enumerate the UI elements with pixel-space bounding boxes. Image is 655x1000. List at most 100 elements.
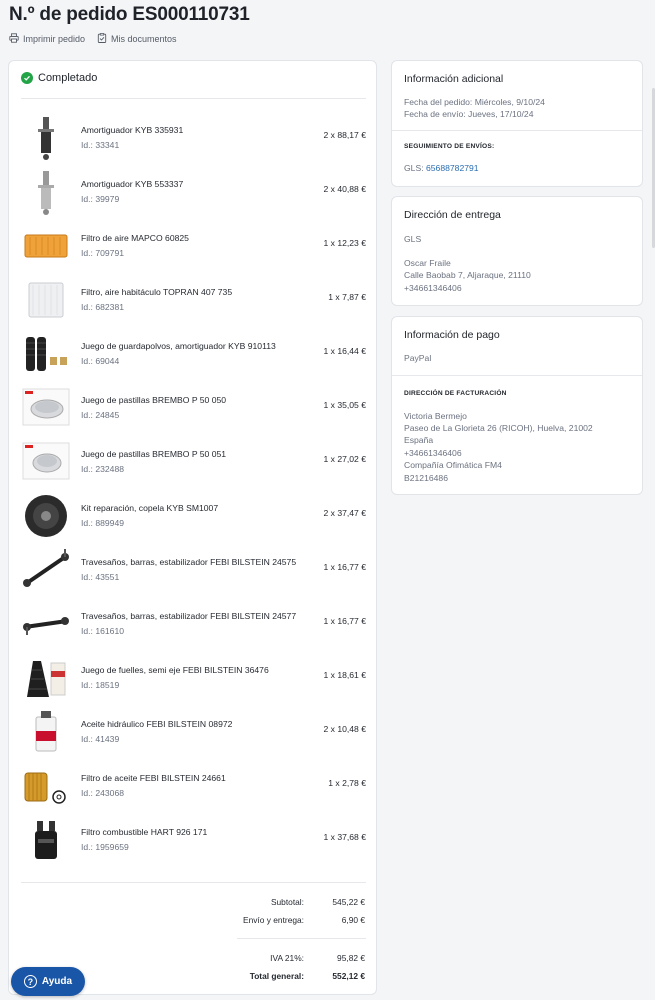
clipboard-check-icon [97,33,107,45]
total-label: Total general: [249,971,304,981]
oil-filter-icon[interactable] [21,761,71,811]
order-item-row: Travesaños, barras, estabilizador FEBI B… [21,599,366,649]
order-item-row: Kit reparación, copela KYB SM1007 Id.: 88… [21,491,366,541]
order-actions: Imprimir pedido Mis documentos [9,33,177,45]
cv-boot-kit-icon[interactable] [21,653,71,703]
item-id: Id.: 889949 [81,518,125,528]
item-id: Id.: 161610 [81,626,125,636]
order-item-row: Filtro combustible HART 926 171 Id.: 1959… [21,815,366,865]
item-name[interactable]: Amortiguador KYB 335931 [81,125,183,135]
item-name[interactable]: Filtro de aceite FEBI BILSTEIN 24661 [81,773,226,783]
order-item-row: Aceite hidráulico FEBI BILSTEIN 08972 Id.… [21,707,366,757]
delivery-address-card: Dirección de entrega GLS Oscar Fraile Ca… [391,196,643,306]
item-quantity-price: 2 x 88,17 € [323,130,366,140]
item-name[interactable]: Travesaños, barras, estabilizador FEBI B… [81,557,296,567]
shock-absorber-icon[interactable] [21,113,71,163]
order-item-row: Filtro de aire MAPCO 60825 Id.: 709791 1 x… [21,221,366,271]
order-item-row: Juego de pastillas BREMBO P 50 051 Id.: 2… [21,437,366,487]
item-id: Id.: 41439 [81,734,120,744]
item-name[interactable]: Juego de guardapolvos, amortiguador KYB … [81,341,276,351]
tracking-carrier: GLS: [404,163,424,173]
stabilizer-link-icon[interactable] [21,599,71,649]
hydraulic-oil-icon[interactable] [21,707,71,757]
divider [392,130,642,131]
item-quantity-price: 2 x 40,88 € [323,184,366,194]
my-documents-label: Mis documentos [111,34,177,44]
order-date: Fecha del pedido: Miércoles, 9/10/24 [404,97,545,107]
brake-pads-icon[interactable] [21,383,71,433]
tracking-heading: SEGUIMIENTO DE ENVÍOS: [404,143,495,150]
item-name[interactable]: Travesaños, barras, estabilizador FEBI B… [81,611,296,621]
divider [237,938,366,939]
item-quantity-price: 2 x 10,48 € [323,724,366,734]
item-id: Id.: 243068 [81,788,125,798]
fuel-filter-icon[interactable] [21,815,71,865]
item-name[interactable]: Juego de pastillas BREMBO P 50 050 [81,395,226,405]
strut-mount-icon[interactable] [21,491,71,541]
item-name[interactable]: Juego de fuelles, semi eje FEBI BILSTEIN… [81,665,269,675]
billing-phone: +34661346406 [404,448,462,458]
billing-heading: DIRECCIÓN DE FACTURACIÓN [404,390,507,397]
item-id: Id.: 33341 [81,140,120,150]
order-item-row: Juego de guardapolvos, amortiguador KYB … [21,329,366,379]
order-item-row: Travesaños, barras, estabilizador FEBI B… [21,545,366,595]
tax-value: 95,82 € [337,953,365,963]
shock-absorber-icon[interactable] [21,167,71,217]
help-label: Ayuda [41,976,73,987]
item-name[interactable]: Filtro, aire habitáculo TOPRAN 407 735 [81,287,232,297]
divider [21,882,366,883]
brake-pads-icon[interactable] [21,437,71,487]
air-filter-icon[interactable] [21,221,71,271]
payment-info-card: Información de pago PayPal DIRECCIÓN DE … [391,316,643,495]
delivery-carrier: GLS [404,234,422,244]
item-quantity-price: 1 x 16,44 € [323,346,366,356]
item-quantity-price: 1 x 2,78 € [328,778,366,788]
total-value: 552,12 € [332,971,365,981]
order-items-card: Completado Amortiguador KYB 335931 Id.: 3… [8,60,377,995]
delivery-name: Oscar Fraile [404,258,451,268]
tracking-line: GLS: 65688782791 [404,162,479,174]
item-id: Id.: 18519 [81,680,120,690]
item-name[interactable]: Aceite hidráulico FEBI BILSTEIN 08972 [81,719,232,729]
item-id: Id.: 1959659 [81,842,129,852]
item-name[interactable]: Kit reparación, copela KYB SM1007 [81,503,218,513]
divider [21,98,366,99]
cabin-filter-icon[interactable] [21,275,71,325]
item-name[interactable]: Filtro combustible HART 926 171 [81,827,207,837]
additional-info-card: Información adicional Fecha del pedido: … [391,60,643,187]
ship-date: Fecha de envío: Jueves, 17/10/24 [404,109,534,119]
dust-boot-kit-icon[interactable] [21,329,71,379]
item-quantity-price: 1 x 37,68 € [323,832,366,842]
item-quantity-price: 1 x 12,23 € [323,238,366,248]
item-quantity-price: 1 x 35,05 € [323,400,366,410]
billing-street: Paseo de La Glorieta 26 (RICOH), Huelva,… [404,423,593,433]
billing-country: España [404,435,434,445]
billing-name: Victoria Bermejo [404,411,467,421]
item-quantity-price: 2 x 37,47 € [323,508,366,518]
my-documents-link[interactable]: Mis documentos [97,33,177,45]
print-order-label: Imprimir pedido [23,34,86,44]
order-item-row: Juego de fuelles, semi eje FEBI BILSTEIN… [21,653,366,703]
stabilizer-link-icon[interactable] [21,545,71,595]
item-id: Id.: 709791 [81,248,125,258]
item-id: Id.: 24845 [81,410,120,420]
order-item-row: Amortiguador KYB 553337 Id.: 39979 2 x 40,… [21,167,366,217]
divider [392,375,642,376]
print-order-link[interactable]: Imprimir pedido [9,33,85,45]
billing-company: Compañía Ofimática FM4 [404,460,502,470]
payment-method: PayPal [404,353,432,363]
shipping-value: 6,90 € [341,915,365,925]
item-id: Id.: 43551 [81,572,120,582]
item-quantity-price: 1 x 18,61 € [323,670,366,680]
tracking-number-link[interactable]: 65688782791 [426,163,479,173]
item-name[interactable]: Juego de pastillas BREMBO P 50 051 [81,449,226,459]
order-item-row: Amortiguador KYB 335931 Id.: 33341 2 x 88,… [21,113,366,163]
item-name[interactable]: Filtro de aire MAPCO 60825 [81,233,189,243]
item-id: Id.: 69044 [81,356,120,366]
order-status: Completado [21,72,97,84]
help-button[interactable]: ? Ayuda [11,967,85,996]
item-name[interactable]: Amortiguador KYB 553337 [81,179,183,189]
additional-info-heading: Información adicional [404,73,504,85]
item-id: Id.: 232488 [81,464,125,474]
printer-icon [9,33,19,45]
